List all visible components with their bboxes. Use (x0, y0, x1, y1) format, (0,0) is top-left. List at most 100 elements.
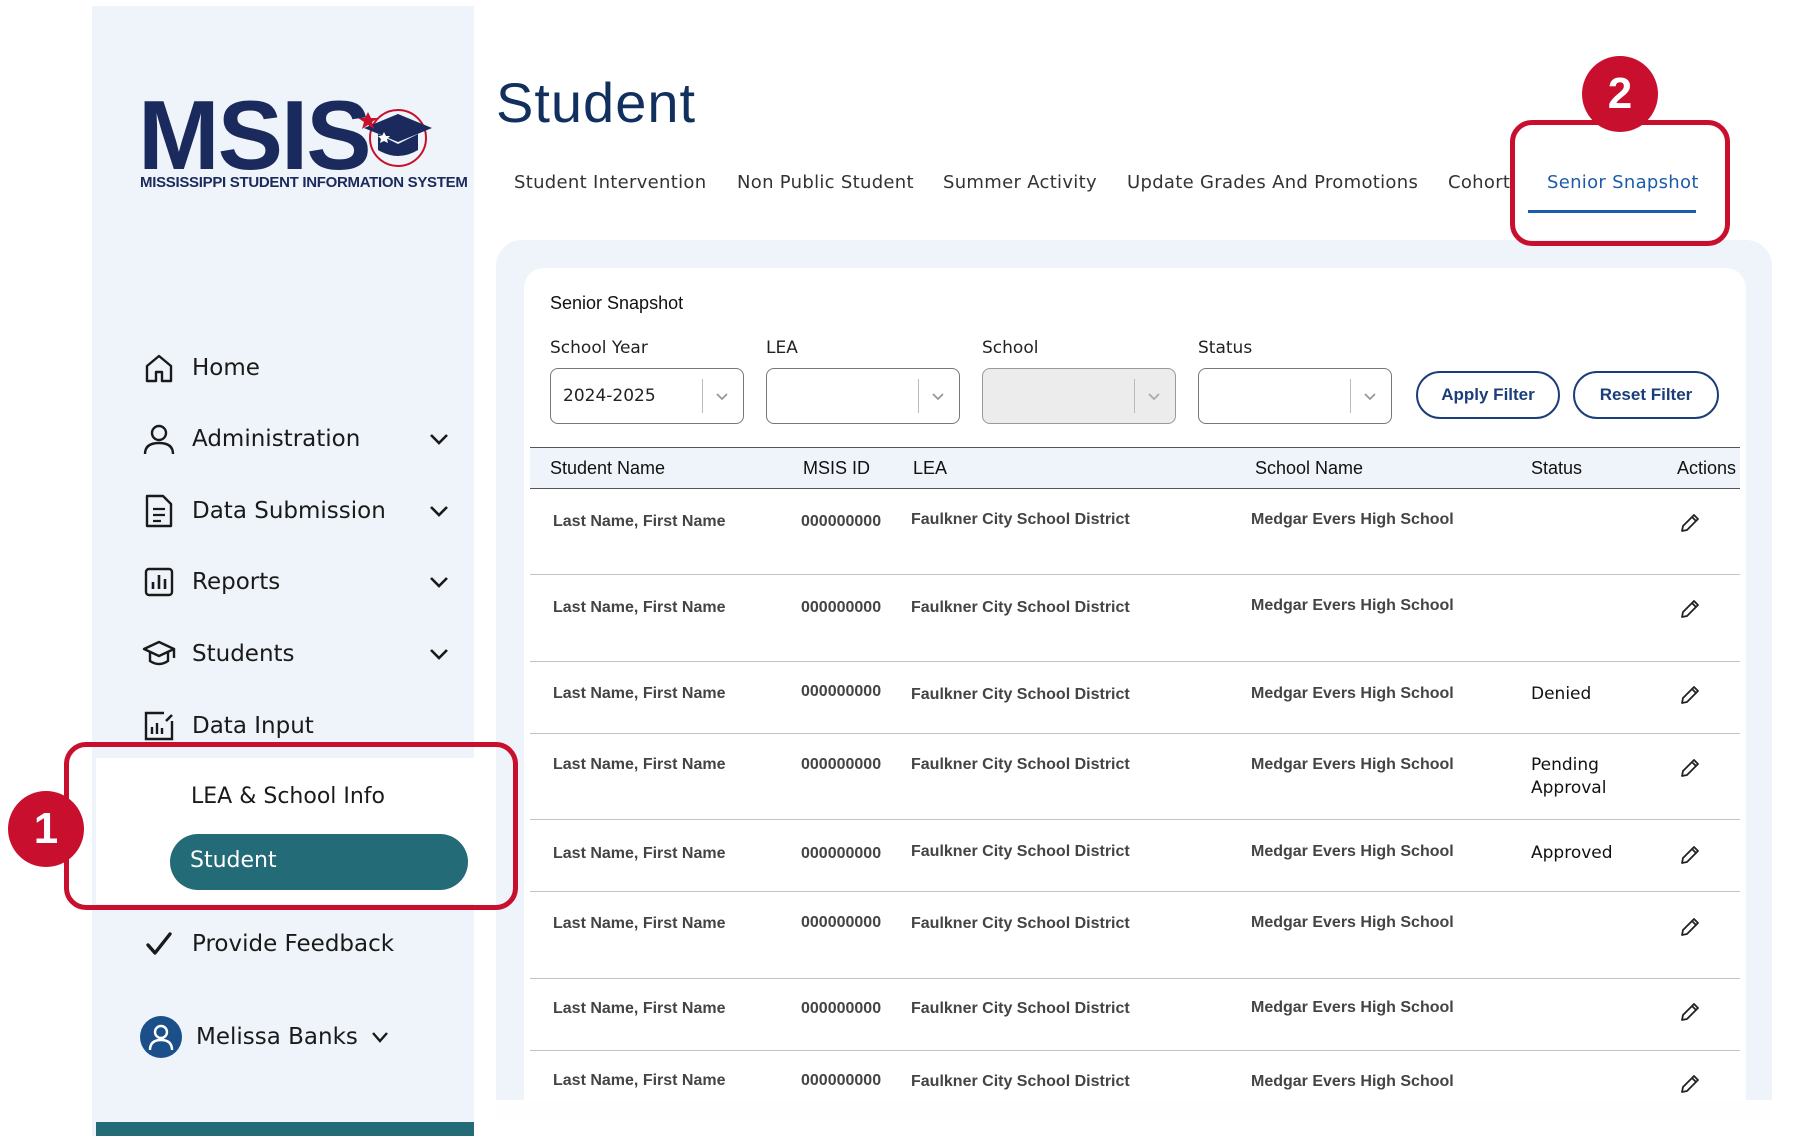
cell-lea: Faulkner City School District (911, 599, 1130, 616)
pencil-icon[interactable] (1678, 597, 1702, 621)
cell-student-name[interactable]: Last Name, First Name (553, 915, 726, 933)
user-menu[interactable]: Melissa Banks (140, 1016, 390, 1058)
school-year-select[interactable]: 2024-2025 (550, 368, 744, 424)
cell-status: Approved (1531, 843, 1613, 863)
nav-label-students: Students (192, 641, 295, 667)
reset-filter-button[interactable]: Reset Filter (1573, 371, 1719, 419)
graduation-cap-logo-icon (358, 109, 432, 167)
chevron-down-icon[interactable] (428, 571, 450, 593)
tab-summer-activity[interactable]: Summer Activity (943, 172, 1097, 193)
status-select[interactable] (1198, 368, 1392, 424)
tab-non-public-student[interactable]: Non Public Student (737, 172, 914, 193)
lea-select[interactable] (766, 368, 960, 424)
apply-filter-button[interactable]: Apply Filter (1416, 371, 1560, 419)
cell-msis-id: 000000000 (801, 1000, 882, 1017)
cell-student-name[interactable]: Last Name, First Name (553, 513, 726, 531)
cell-student-name[interactable]: Last Name, First Name (553, 845, 726, 863)
document-icon (140, 492, 178, 530)
column-header-school-name[interactable]: School Name (1255, 458, 1363, 479)
chevron-down-icon[interactable] (370, 1027, 390, 1047)
nav-item-reports[interactable]: Reports (140, 562, 450, 602)
pencil-icon[interactable] (1678, 1000, 1702, 1024)
cell-student-name[interactable]: Last Name, First Name (553, 756, 726, 774)
callout-box-1 (64, 742, 518, 910)
nav-item-provide-feedback[interactable]: Provide Feedback (140, 924, 450, 964)
cell-status: Pending Approval (1531, 755, 1607, 798)
chevron-down-icon[interactable] (428, 428, 450, 450)
pencil-icon[interactable] (1678, 683, 1702, 707)
logo-wordmark: MSIS (138, 80, 372, 190)
chevron-down-icon (932, 393, 944, 401)
table-row[interactable]: Last Name, First Name 000000000 Faulkner… (530, 575, 1740, 662)
graduation-cap-icon (140, 635, 178, 673)
user-icon (148, 1024, 174, 1051)
nav-item-home[interactable]: Home (140, 348, 450, 388)
cell-msis-id: 000000000 (801, 683, 882, 700)
pencil-icon[interactable] (1678, 843, 1702, 867)
cell-msis-id: 000000000 (801, 756, 882, 773)
column-header-student-name[interactable]: Student Name (550, 458, 665, 479)
nav-label-reports: Reports (192, 569, 281, 595)
callout-badge-1: 1 (8, 791, 84, 867)
pencil-icon[interactable] (1678, 756, 1702, 780)
cell-student-name[interactable]: Last Name, First Name (553, 599, 726, 617)
tab-student-intervention[interactable]: Student Intervention (514, 172, 706, 193)
cell-school-name: Medgar Evers High School (1251, 756, 1454, 773)
cell-lea: Faulkner City School District (911, 756, 1130, 773)
lea-label: LEA (766, 338, 798, 358)
cell-lea: Faulkner City School District (911, 511, 1130, 528)
table-row[interactable]: Last Name, First Name 000000000 Faulkner… (530, 820, 1740, 892)
callout-box-2 (1510, 120, 1730, 246)
chart-edit-icon (140, 707, 178, 745)
scroll-fade (474, 1100, 1793, 1136)
chevron-down-icon[interactable] (428, 643, 450, 665)
table-row[interactable]: Last Name, First Name 000000000 Faulkner… (530, 892, 1740, 979)
cell-status: Denied (1531, 684, 1592, 704)
select-separator (1134, 379, 1135, 413)
column-header-status[interactable]: Status (1531, 458, 1582, 479)
cell-student-name[interactable]: Last Name, First Name (553, 685, 726, 703)
school-year-value: 2024-2025 (563, 386, 656, 406)
cell-msis-id: 000000000 (801, 599, 882, 616)
nav-label-data-input: Data Input (192, 713, 314, 739)
select-separator (1350, 379, 1351, 413)
person-icon (140, 420, 178, 458)
table-header: Student Name MSIS ID LEA School Name Sta… (530, 447, 1740, 489)
chevron-down-icon[interactable] (428, 500, 450, 522)
select-separator (702, 379, 703, 413)
cell-school-name: Medgar Evers High School (1251, 511, 1454, 528)
cell-lea: Faulkner City School District (911, 1000, 1130, 1017)
pencil-icon[interactable] (1678, 1072, 1702, 1096)
msis-logo[interactable]: MSIS MISSISSIPPI STUDENT INFORMATION SYS… (138, 80, 468, 196)
cell-msis-id: 000000000 (801, 1072, 882, 1089)
nav-item-data-input[interactable]: Data Input (140, 706, 450, 746)
cell-lea: Faulkner City School District (911, 915, 1130, 932)
table-row[interactable]: Last Name, First Name 000000000 Faulkner… (530, 979, 1740, 1051)
chevron-down-icon (1364, 393, 1376, 401)
table-row[interactable]: Last Name, First Name 000000000 Faulkner… (530, 489, 1740, 575)
cell-student-name[interactable]: Last Name, First Name (553, 1000, 726, 1018)
cell-lea: Faulkner City School District (911, 843, 1130, 860)
tab-update-grades-and-promotions[interactable]: Update Grades And Promotions (1127, 172, 1418, 193)
cell-school-name: Medgar Evers High School (1251, 999, 1454, 1016)
select-separator (918, 379, 919, 413)
nav-item-students[interactable]: Students (140, 634, 450, 674)
status-label: Status (1198, 338, 1253, 358)
nav-item-administration[interactable]: Administration (140, 419, 450, 459)
table-row[interactable]: Last Name, First Name 000000000 Faulkner… (530, 734, 1740, 820)
cell-student-name[interactable]: Last Name, First Name (553, 1072, 726, 1090)
school-select (982, 368, 1176, 424)
nav-label-administration: Administration (192, 426, 361, 452)
nav-item-data-submission[interactable]: Data Submission (140, 491, 450, 531)
pencil-icon[interactable] (1678, 511, 1702, 535)
page-title: Student (496, 71, 697, 134)
sidebar-bottom-bar (96, 1122, 474, 1136)
column-header-lea[interactable]: LEA (913, 458, 947, 479)
cell-school-name: Medgar Evers High School (1251, 1073, 1454, 1090)
column-header-actions: Actions (1677, 458, 1737, 478)
tab-cohort[interactable]: Cohort (1448, 172, 1510, 193)
table-row[interactable]: Last Name, First Name 000000000 Faulkner… (530, 662, 1740, 734)
column-header-msis-id[interactable]: MSIS ID (803, 458, 870, 479)
school-year-label: School Year (550, 338, 648, 358)
pencil-icon[interactable] (1678, 915, 1702, 939)
